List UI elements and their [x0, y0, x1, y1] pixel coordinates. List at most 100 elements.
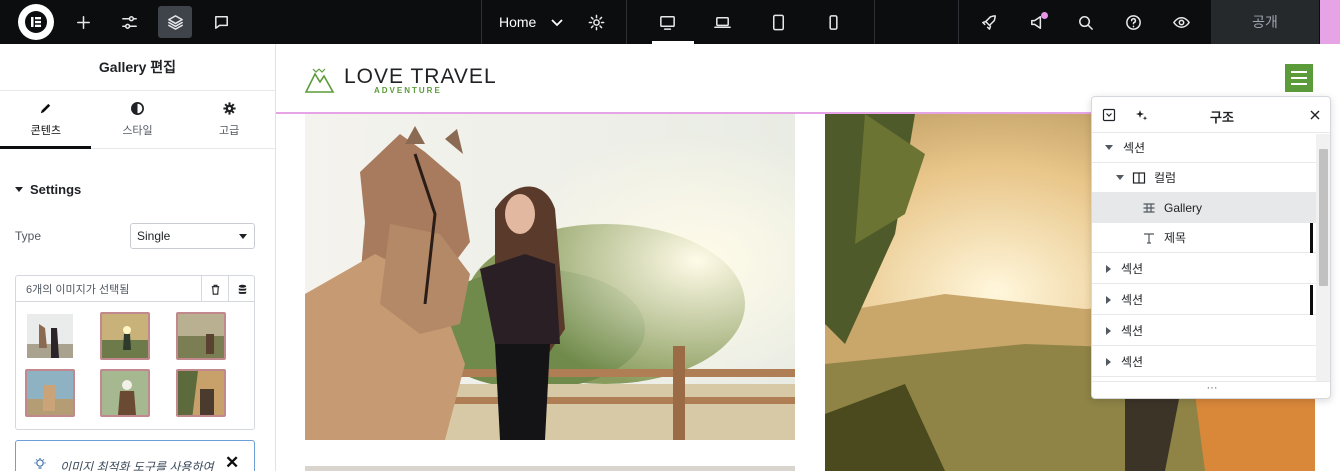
tab-style[interactable]: 스타일: [92, 91, 184, 148]
publish-button[interactable]: 공개: [1211, 0, 1319, 44]
gallery-icon: [1143, 202, 1155, 213]
section-title: Settings: [30, 182, 82, 197]
structure-title: 구조: [1210, 110, 1234, 125]
divider: [874, 0, 875, 44]
publish-options-edge[interactable]: [1320, 0, 1340, 44]
page-settings-button[interactable]: [579, 6, 613, 38]
delete-gallery-button[interactable]: [201, 276, 228, 302]
structure-item-column[interactable]: 컬럼: [1092, 163, 1316, 193]
gallery-thumbnail[interactable]: [25, 312, 75, 360]
structure-header: 구조: [1092, 97, 1330, 133]
item-label: 제목: [1164, 231, 1187, 245]
search-icon: [1078, 15, 1093, 30]
preview-button[interactable]: [1164, 6, 1198, 38]
device-tablet-button[interactable]: [761, 6, 795, 38]
logo-subtitle: ADVENTURE: [374, 86, 442, 95]
item-marker: [1310, 285, 1313, 315]
caret-down-icon: [239, 234, 247, 239]
gallery-thumbnail[interactable]: [100, 312, 150, 360]
caret-right-icon: [1106, 357, 1111, 366]
gallery-db-button[interactable]: [228, 276, 255, 302]
item-label: 컬럼: [1154, 171, 1177, 185]
gallery-thumbnail[interactable]: [176, 369, 226, 417]
heading-icon: [1144, 232, 1154, 244]
layers-icon: [167, 14, 183, 30]
item-label: 섹션: [1121, 355, 1144, 369]
structure-item-section[interactable]: 섹션: [1092, 316, 1316, 346]
caret-right-icon: [1106, 295, 1111, 304]
item-marker: [1310, 223, 1313, 253]
gallery-image-horse-girl[interactable]: [305, 114, 795, 440]
optimizer-notice: 이미지 최적화 도구를 사용하여 ✕: [15, 440, 255, 471]
structure-item-section[interactable]: 섹션: [1092, 285, 1316, 315]
help-button[interactable]: [1116, 6, 1150, 38]
ai-sparkle-icon[interactable]: [1135, 108, 1149, 122]
pencil-icon: [41, 103, 51, 114]
structure-item-section[interactable]: 섹션: [1092, 347, 1316, 377]
site-settings-button[interactable]: [112, 6, 146, 38]
divider: [958, 0, 959, 44]
plus-icon: [76, 15, 90, 29]
device-laptop-button[interactable]: [705, 6, 739, 38]
add-element-button[interactable]: [66, 6, 100, 38]
structure-scroll-thumb[interactable]: [1319, 149, 1328, 286]
gallery-thumbnail[interactable]: [100, 369, 150, 417]
caret-down-icon: [15, 187, 23, 192]
item-label: Gallery: [1164, 200, 1203, 215]
structure-item-heading[interactable]: 제목: [1092, 223, 1316, 253]
page-name: Home: [499, 14, 537, 30]
chevron-down-icon: [551, 19, 563, 27]
item-label: 섹션: [1121, 324, 1144, 338]
structure-resize-handle[interactable]: ···: [1092, 381, 1330, 398]
elementor-logo-icon[interactable]: [18, 4, 54, 40]
item-label: 섹션: [1121, 262, 1144, 276]
device-mobile-button[interactable]: [816, 6, 850, 38]
tablet-icon: [772, 14, 784, 30]
whats-new-button[interactable]: [1020, 6, 1054, 38]
structure-panel: 구조 섹션 컬럼 Gallery 제목 섹션 섹션 섹션 섹션 ···: [1091, 96, 1331, 399]
type-value: Single: [137, 229, 171, 243]
gallery-selected-count: 6개의 이미지가 선택됨: [26, 283, 130, 296]
tab-advanced[interactable]: 고급: [183, 91, 275, 148]
structure-item-section[interactable]: 섹션: [1092, 254, 1316, 284]
hamburger-menu-button[interactable]: [1285, 64, 1313, 92]
notes-button[interactable]: [204, 6, 238, 38]
dock-icon[interactable]: [1102, 108, 1116, 122]
type-control: Type Single: [15, 223, 255, 249]
tab-content[interactable]: 콘텐츠: [0, 91, 92, 148]
structure-button[interactable]: [158, 6, 192, 38]
laptop-icon: [713, 16, 731, 28]
sliders-icon: [121, 15, 137, 29]
panel-title: Gallery 편집: [0, 44, 275, 91]
search-button[interactable]: [1068, 6, 1102, 38]
logo-title: LOVE TRAVEL: [344, 65, 497, 88]
close-icon[interactable]: [1310, 110, 1320, 120]
database-icon: [238, 284, 246, 294]
tab-label: 고급: [219, 125, 240, 137]
notification-dot: [1041, 12, 1048, 19]
structure-item-gallery[interactable]: Gallery: [1092, 193, 1316, 223]
gallery-header: 6개의 이미지가 선택됨: [16, 276, 254, 302]
gallery-thumbnail[interactable]: [25, 369, 75, 417]
gallery-control: 6개의 이미지가 선택됨: [15, 275, 255, 430]
lightbulb-icon: [34, 458, 46, 469]
launchpad-button[interactable]: [972, 6, 1006, 38]
gallery-image-partial: [305, 466, 795, 471]
item-label: 섹션: [1121, 293, 1144, 307]
item-label: 섹션: [1123, 141, 1146, 155]
structure-item-section[interactable]: 섹션: [1092, 133, 1316, 163]
page-selector[interactable]: Home: [499, 0, 564, 44]
gear-icon: [588, 14, 604, 30]
close-icon[interactable]: ✕: [225, 453, 239, 471]
tab-label: 콘텐츠: [30, 125, 62, 137]
divider: [481, 0, 482, 44]
device-desktop-button[interactable]: [650, 6, 684, 38]
trash-icon: [211, 284, 219, 295]
notice-text: 이미지 최적화 도구를 사용하여: [60, 460, 214, 471]
caret-right-icon: [1106, 264, 1111, 273]
gallery-thumbnail[interactable]: [176, 312, 226, 360]
type-label: Type: [15, 229, 42, 243]
site-logo[interactable]: LOVE TRAVEL ADVENTURE: [304, 62, 505, 99]
type-select[interactable]: Single: [130, 223, 255, 249]
settings-section-toggle[interactable]: Settings: [15, 182, 81, 197]
